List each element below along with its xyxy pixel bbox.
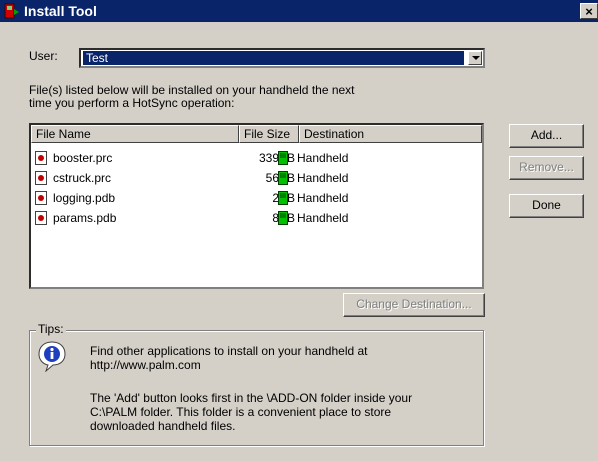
close-button[interactable]: × [580,3,598,19]
file-icon [35,191,47,205]
table-row[interactable]: cstruck.prc 56KB Handheld [31,168,482,188]
tip-text-1: Find other applications to install on yo… [90,344,368,372]
file-destination: Handheld [297,151,349,165]
user-dropdown[interactable]: Test [79,48,485,68]
add-button[interactable]: Add... [509,124,584,148]
file-size: 339KB [258,151,295,165]
file-icon [35,151,47,165]
file-name: booster.prc [53,151,113,165]
table-row[interactable]: params.pdb 8KB Handheld [31,208,482,228]
user-selected-value: Test [83,51,464,65]
window-title: Install Tool [24,3,97,19]
info-icon [38,341,66,372]
column-header-destination[interactable]: Destination [299,125,482,143]
column-header-file-name[interactable]: File Name [31,125,239,143]
file-name: logging.pdb [53,191,116,205]
file-name: params.pdb [53,211,117,225]
remove-button[interactable]: Remove... [509,156,584,180]
user-label: User: [29,49,58,63]
file-destination: Handheld [297,171,349,185]
change-destination-button[interactable]: Change Destination... [343,293,485,317]
install-instructions: File(s) listed below will be installed o… [29,83,355,110]
file-name: cstruck.prc [53,171,112,185]
title-bar: Install Tool × [0,0,598,22]
handheld-icon [278,151,288,165]
file-icon [35,171,47,185]
chevron-down-icon[interactable] [468,51,482,65]
column-header-file-size[interactable]: File Size [239,125,299,143]
table-row[interactable]: logging.pdb 2KB Handheld [31,188,482,208]
handheld-icon [278,191,288,205]
tips-label: Tips: [36,322,66,336]
handheld-icon [278,171,288,185]
file-destination: Handheld [297,191,349,205]
done-button[interactable]: Done [509,194,584,218]
handheld-icon [278,211,288,225]
close-icon: × [585,4,593,19]
file-list[interactable]: File Name File Size Destination booster.… [29,123,484,289]
table-row[interactable]: booster.prc 339KB Handheld [31,148,482,168]
tip-text-2: The 'Add' button looks first in the \ADD… [90,391,413,433]
file-icon [35,211,47,225]
file-destination: Handheld [297,211,349,225]
palm-install-icon [4,3,19,19]
